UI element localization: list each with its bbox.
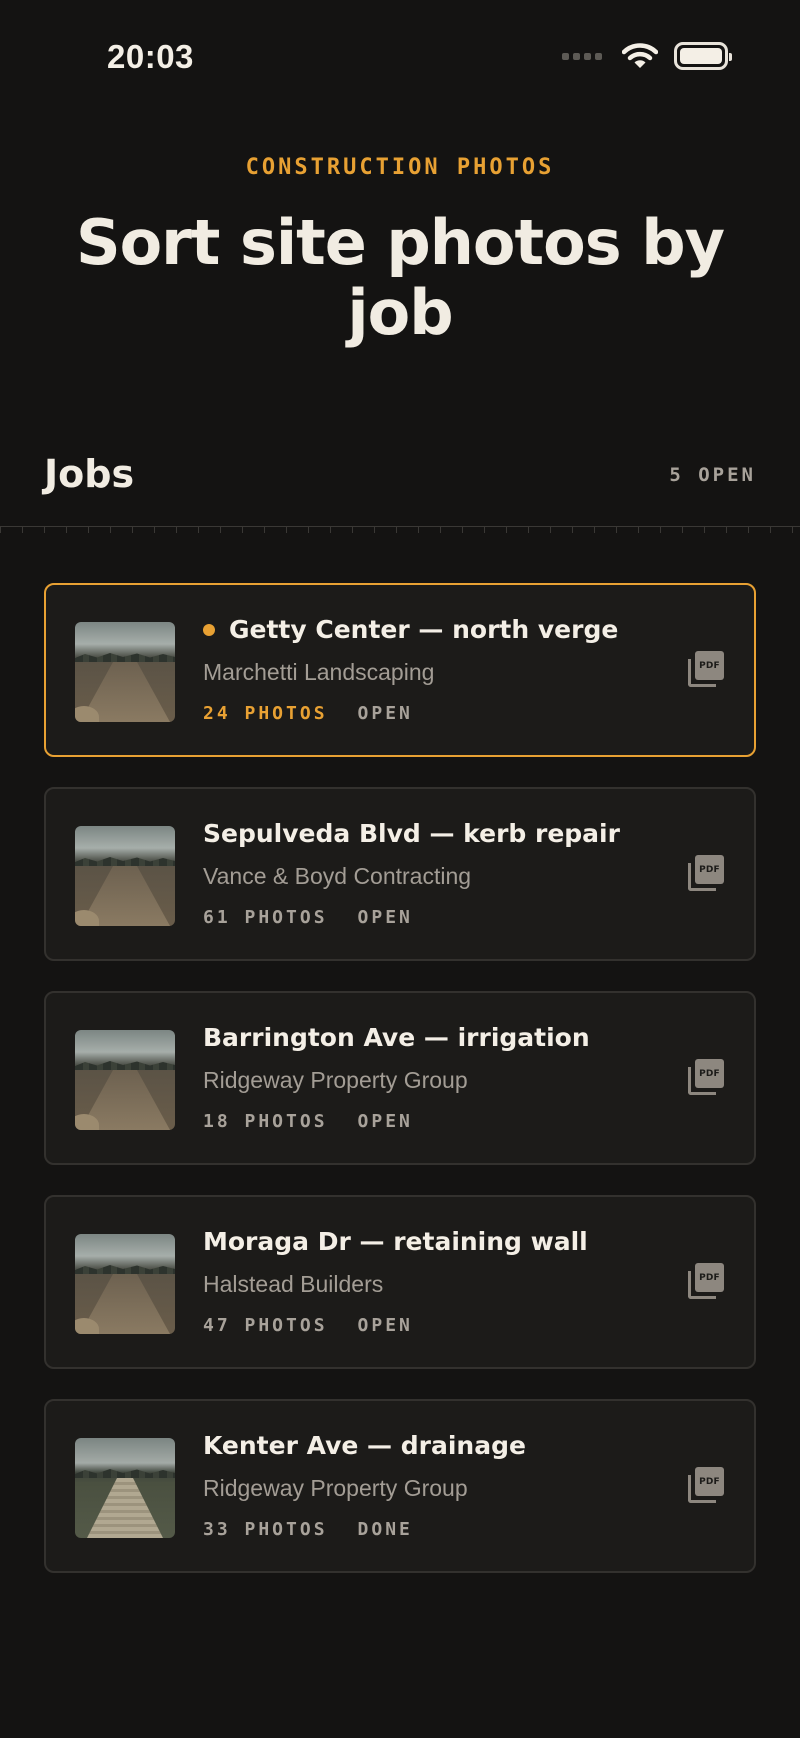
page-title: Sort site photos by job bbox=[75, 206, 725, 349]
status-icons bbox=[562, 42, 732, 70]
pdf-icon[interactable]: PDF bbox=[688, 651, 724, 687]
active-dot-icon bbox=[203, 623, 215, 636]
photo-count: 33 PHOTOS bbox=[203, 1519, 328, 1540]
job-list: Getty Center — north verge Marchetti Lan… bbox=[44, 583, 756, 1603]
jobs-section-header: Jobs 5 OPEN bbox=[44, 448, 756, 504]
job-client: Marchetti Landscaping bbox=[203, 659, 435, 685]
pdf-icon[interactable]: PDF bbox=[688, 1263, 724, 1299]
job-status: OPEN bbox=[357, 1315, 413, 1336]
job-card[interactable]: Sepulveda Blvd — kerb repair Vance & Boy… bbox=[44, 787, 756, 961]
job-card[interactable]: Barrington Ave — irrigation Ridgeway Pro… bbox=[44, 991, 756, 1165]
photo-count: 47 PHOTOS bbox=[203, 1315, 328, 1336]
job-title: Kenter Ave — drainage bbox=[203, 1431, 526, 1460]
job-thumbnail bbox=[75, 1030, 175, 1130]
job-status: DONE bbox=[357, 1519, 413, 1540]
job-title: Sepulveda Blvd — kerb repair bbox=[203, 819, 620, 848]
job-card[interactable]: Kenter Ave — drainage Ridgeway Property … bbox=[44, 1399, 756, 1573]
photo-count: 18 PHOTOS bbox=[203, 1111, 328, 1132]
status-bar: 20:03 bbox=[0, 0, 800, 118]
pdf-icon[interactable]: PDF bbox=[688, 1059, 724, 1095]
job-client: Vance & Boyd Contracting bbox=[203, 863, 472, 889]
job-status: OPEN bbox=[357, 703, 413, 724]
job-thumbnail bbox=[75, 826, 175, 926]
job-client: Ridgeway Property Group bbox=[203, 1067, 468, 1093]
job-status: OPEN bbox=[357, 1111, 413, 1132]
battery-icon bbox=[674, 42, 732, 70]
section-title: Jobs bbox=[44, 452, 135, 496]
job-card[interactable]: Moraga Dr — retaining wall Halstead Buil… bbox=[44, 1195, 756, 1369]
photo-count: 61 PHOTOS bbox=[203, 907, 328, 928]
job-thumbnail bbox=[75, 622, 175, 722]
status-time: 20:03 bbox=[107, 38, 194, 75]
job-client: Ridgeway Property Group bbox=[203, 1475, 468, 1501]
open-count: 5 OPEN bbox=[669, 464, 756, 486]
pdf-icon[interactable]: PDF bbox=[688, 855, 724, 891]
job-title: Barrington Ave — irrigation bbox=[203, 1023, 590, 1052]
eyebrow-label: CONSTRUCTION PHOTOS bbox=[245, 155, 555, 180]
signal-icon bbox=[562, 52, 602, 60]
job-title: Getty Center — north verge bbox=[229, 615, 619, 644]
job-status: OPEN bbox=[357, 907, 413, 928]
photo-count: 24 PHOTOS bbox=[203, 703, 328, 724]
job-thumbnail bbox=[75, 1234, 175, 1334]
pdf-icon[interactable]: PDF bbox=[688, 1467, 724, 1503]
job-client: Halstead Builders bbox=[203, 1271, 384, 1297]
job-title: Moraga Dr — retaining wall bbox=[203, 1227, 588, 1256]
job-thumbnail bbox=[75, 1438, 175, 1538]
job-card[interactable]: Getty Center — north verge Marchetti Lan… bbox=[44, 583, 756, 757]
wifi-icon bbox=[622, 43, 658, 68]
ruler-divider bbox=[0, 526, 800, 538]
